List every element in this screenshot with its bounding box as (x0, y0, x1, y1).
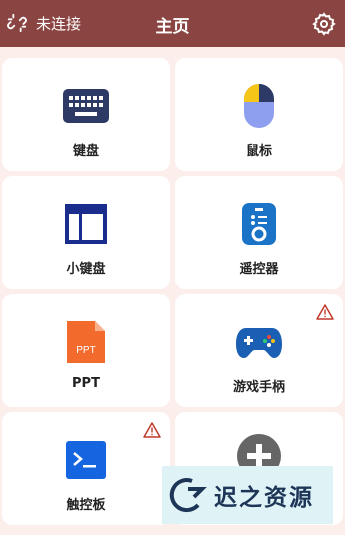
card-touchpad[interactable]: 触控板 (2, 412, 170, 525)
card-gamepad-label: 游戏手柄 (232, 380, 285, 395)
card-gamepad[interactable]: 游戏手柄 (175, 294, 343, 407)
remote-control-icon (242, 203, 276, 245)
card-ppt-label: PPT (72, 376, 100, 391)
card-touchpad-label: 触控板 (66, 498, 106, 513)
card-numpad-label: 小键盘 (66, 262, 106, 277)
ppt-file-icon: PPT (67, 321, 105, 363)
gamepad-icon (236, 328, 282, 358)
watermark-logo-icon (169, 478, 207, 513)
keyboard-icon (63, 89, 109, 123)
warning-icon (316, 304, 334, 320)
card-remote[interactable]: 遥控器 (175, 176, 343, 289)
card-keyboard-label: 键盘 (72, 144, 99, 159)
card-mouse-label: 鼠标 (245, 144, 272, 159)
card-remote-label: 遥控器 (239, 262, 279, 277)
card-keyboard[interactable]: 键盘 (2, 58, 170, 171)
card-mouse[interactable]: 鼠标 (175, 58, 343, 171)
settings-gear-icon[interactable] (312, 12, 336, 36)
card-ppt[interactable]: PPT PPT (2, 294, 170, 407)
terminal-icon (66, 441, 106, 479)
watermark: 迟之资源 (162, 466, 333, 524)
top-bar: 未连接 主页 (0, 0, 345, 47)
numpad-icon (65, 204, 107, 244)
page-title: 主页 (155, 17, 190, 37)
watermark-text: 迟之资源 (214, 485, 314, 511)
warning-icon (143, 422, 161, 438)
svg-text:PPT: PPT (76, 345, 95, 356)
mouse-icon (244, 84, 274, 128)
card-numpad[interactable]: 小键盘 (2, 176, 170, 289)
